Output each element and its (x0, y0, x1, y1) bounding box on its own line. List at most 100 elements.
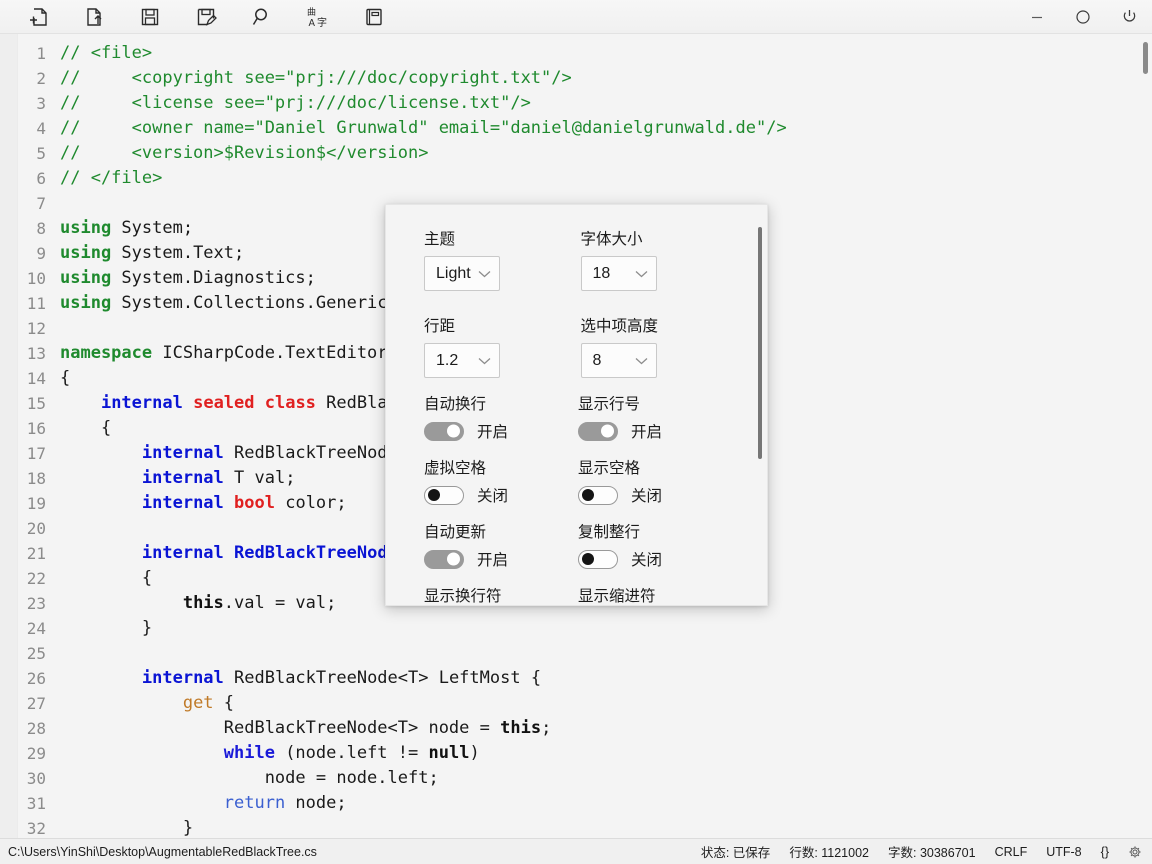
maximize-button[interactable] (1060, 0, 1106, 34)
line-number: 21 (26, 544, 46, 563)
copy-whole-line-toggle-control: 关闭 (578, 548, 732, 570)
line-height-field: 行距 1.2 (424, 314, 521, 378)
theme-value: Light (436, 264, 471, 282)
line-number: 5 (36, 144, 46, 163)
auto-wrap-toggle-cell: 自动换行 开启 (424, 392, 578, 442)
line-text: // <owner name="Daniel Grunwald" email="… (60, 118, 787, 138)
code-line[interactable]: 5 // <version>$Revision$</version> (18, 141, 1136, 166)
svg-text:A: A (309, 18, 316, 29)
encoding-button[interactable]: UTF-8 (1046, 845, 1081, 859)
line-number: 13 (26, 344, 46, 363)
new-file-icon[interactable] (10, 1, 66, 33)
font-size-field: 字体大小 18 (580, 227, 678, 291)
file-path-label: C:\Users\YinShi\Desktop\AugmentableRedBl… (8, 844, 317, 859)
theme-field: 主题 Light (424, 227, 521, 291)
eol-mode-button[interactable]: CRLF (995, 845, 1028, 859)
code-line[interactable]: 24 } (18, 616, 1136, 641)
line-number: 29 (26, 744, 46, 763)
toggle-knob (428, 489, 440, 501)
power-button[interactable] (1106, 0, 1152, 34)
show-line-number-toggle[interactable] (578, 421, 618, 441)
code-line[interactable]: 28 RedBlackTreeNode<T> node = this; (18, 716, 1136, 741)
book-icon[interactable] (346, 1, 402, 33)
editor-scrollbar-thumb[interactable] (1143, 42, 1148, 74)
toggle-knob (582, 489, 594, 501)
show-line-number-toggle-cell: 显示行号 开启 (578, 392, 732, 442)
code-editor[interactable]: 1 // <file> 2 // <copyright see="prj:///doc… (0, 34, 1152, 838)
line-height-select[interactable]: 1.2 (424, 343, 500, 378)
line-number: 9 (36, 244, 46, 263)
show-indent-toggle-cell: 显示缩进符关闭 (578, 584, 732, 605)
line-number: 18 (26, 469, 46, 488)
line-number: 23 (26, 594, 46, 613)
line-number: 28 (26, 719, 46, 738)
settings-scrollbar-thumb[interactable] (758, 227, 762, 459)
show-space-toggle[interactable] (578, 485, 618, 505)
toggle-knob (601, 424, 614, 438)
line-height-label: 行距 (424, 318, 456, 335)
chevron-down-icon (478, 352, 491, 370)
theme-select[interactable]: Light (424, 256, 500, 291)
auto-update-toggle-control: 开启 (424, 548, 578, 570)
auto-wrap-toggle[interactable] (424, 421, 464, 441)
braces-button[interactable]: {} (1101, 845, 1109, 859)
code-line[interactable]: 25 (18, 641, 1136, 666)
copy-whole-line-toggle-cell: 复制整行 关闭 (578, 520, 732, 570)
line-text: // <license see="prj:///doc/license.txt"… (60, 93, 531, 113)
line-number: 7 (36, 194, 46, 213)
line-text: } (60, 618, 153, 638)
code-line[interactable]: 4 // <owner name="Daniel Grunwald" email=… (18, 116, 1136, 141)
font-size-select[interactable]: 18 (580, 256, 657, 291)
chevron-down-icon (635, 265, 648, 283)
selection-height-label: 选中项高度 (580, 318, 659, 335)
toolbar: 曲 A 字 (0, 0, 1152, 34)
line-text: internal RedBlackTreeNode<T> LeftMost { (141, 668, 542, 688)
code-line[interactable]: 31 return node; (18, 791, 1136, 816)
translate-icon[interactable]: 曲 A 字 (290, 1, 346, 33)
copy-whole-line-toggle[interactable] (578, 549, 618, 569)
code-line[interactable]: 2 // <copyright see="prj:///doc/copyright… (18, 66, 1136, 91)
virtual-space-toggle-cell: 虚拟空格 关闭 (424, 456, 578, 506)
code-line[interactable]: 1 // <file> (18, 41, 1136, 66)
auto-update-toggle[interactable] (424, 549, 464, 569)
show-space-toggle-cell: 显示空格 关闭 (578, 456, 732, 506)
open-file-icon[interactable] (66, 1, 122, 33)
chevron-down-icon (635, 352, 648, 370)
code-line[interactable]: 27 get { (18, 691, 1136, 716)
line-text: // </file> (60, 168, 163, 188)
code-line[interactable]: 29 while (node.left != null) (18, 741, 1136, 766)
code-line[interactable]: 26 internal RedBlackTreeNode<T> LeftMost… (18, 666, 1136, 691)
auto-wrap-toggle-state: 开启 (477, 424, 509, 441)
chevron-down-icon (478, 265, 491, 283)
line-number: 6 (36, 169, 46, 188)
line-number: 19 (26, 494, 46, 513)
settings-select-row-2: 行距 1.2 选中项高度 8 (424, 314, 737, 378)
code-line[interactable]: 3 // <license see="prj:///doc/license.txt… (18, 91, 1136, 116)
settings-toggle-row: 自动换行 开启 显示行号 开启 (424, 392, 737, 442)
code-line[interactable]: 32 } (18, 816, 1136, 838)
line-text: // <copyright see="prj:///doc/copyright.… (60, 68, 572, 88)
virtual-space-toggle[interactable] (424, 485, 464, 505)
selection-height-select[interactable]: 8 (580, 343, 657, 378)
line-text: RedBlackTreeNode<T> node = this; (60, 718, 552, 738)
save-as-icon[interactable] (178, 1, 234, 33)
app-window: 曲 A 字 1 // <file> 2 // <copyright see="p… (0, 0, 1152, 864)
line-number: 24 (26, 619, 46, 638)
copy-whole-line-toggle-state: 关闭 (631, 552, 663, 569)
virtual-space-toggle-label: 虚拟空格 (424, 460, 487, 477)
gear-icon[interactable] (1128, 845, 1142, 859)
settings-panel-scrollbar[interactable] (757, 217, 763, 595)
code-line[interactable]: 30 node = node.left; (18, 766, 1136, 791)
editor-vertical-scrollbar[interactable] (1142, 38, 1149, 838)
line-text: } (60, 818, 194, 838)
settings-toggle-row: 自动更新开启 复制整行 关闭 (424, 520, 737, 570)
minimize-button[interactable] (1014, 0, 1060, 34)
show-line-number-toggle-control: 开启 (578, 420, 732, 442)
show-indent-toggle-label: 显示缩进符 (578, 588, 656, 605)
line-number: 16 (26, 419, 46, 438)
status-bar-right: 状态: 已保存 行数: 1121002 字数: 30386701 CRLF UT… (701, 842, 1142, 861)
save-icon[interactable] (122, 1, 178, 33)
search-icon[interactable] (234, 1, 290, 33)
code-line[interactable]: 6 // </file> (18, 166, 1136, 191)
auto-update-toggle-label: 自动更新 (424, 524, 487, 541)
